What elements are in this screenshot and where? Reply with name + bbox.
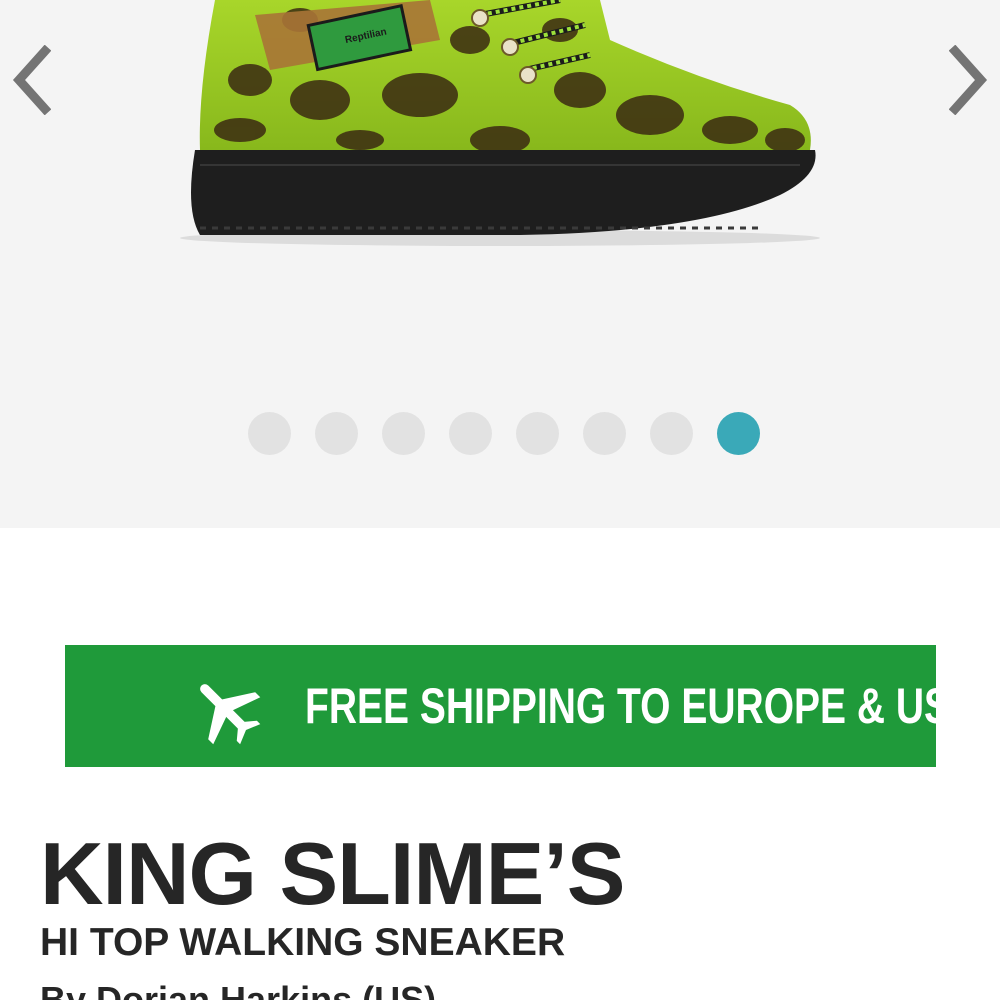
product-page: Reptilian FREE SHIPPING TO EUROPE & US K… (0, 0, 1000, 1000)
chevron-right-icon (949, 45, 988, 115)
chevron-left-icon (12, 45, 51, 115)
pagination-dot[interactable] (717, 412, 760, 455)
gallery-pagination (248, 412, 760, 455)
pagination-dot[interactable] (583, 412, 626, 455)
pagination-dot[interactable] (382, 412, 425, 455)
free-shipping-banner: FREE SHIPPING TO EUROPE & US (65, 645, 950, 767)
gallery-prev-button[interactable] (6, 40, 56, 120)
pagination-dot[interactable] (650, 412, 693, 455)
product-title: KING SLIME’S (40, 824, 625, 923)
product-gallery[interactable]: Reptilian (0, 0, 1000, 528)
pagination-dot[interactable] (248, 412, 291, 455)
pagination-dot[interactable] (449, 412, 492, 455)
pagination-dot[interactable] (315, 412, 358, 455)
pagination-dot[interactable] (516, 412, 559, 455)
product-image[interactable]: Reptilian (0, 0, 1000, 300)
gallery-next-button[interactable] (944, 40, 994, 120)
banner-text: FREE SHIPPING TO EUROPE & US (305, 678, 951, 734)
designer-link[interactable]: By Dorian Harkins (US) (40, 978, 436, 1000)
airplane-icon (200, 684, 261, 745)
product-subtitle: HI TOP WALKING SNEAKER (40, 921, 566, 964)
